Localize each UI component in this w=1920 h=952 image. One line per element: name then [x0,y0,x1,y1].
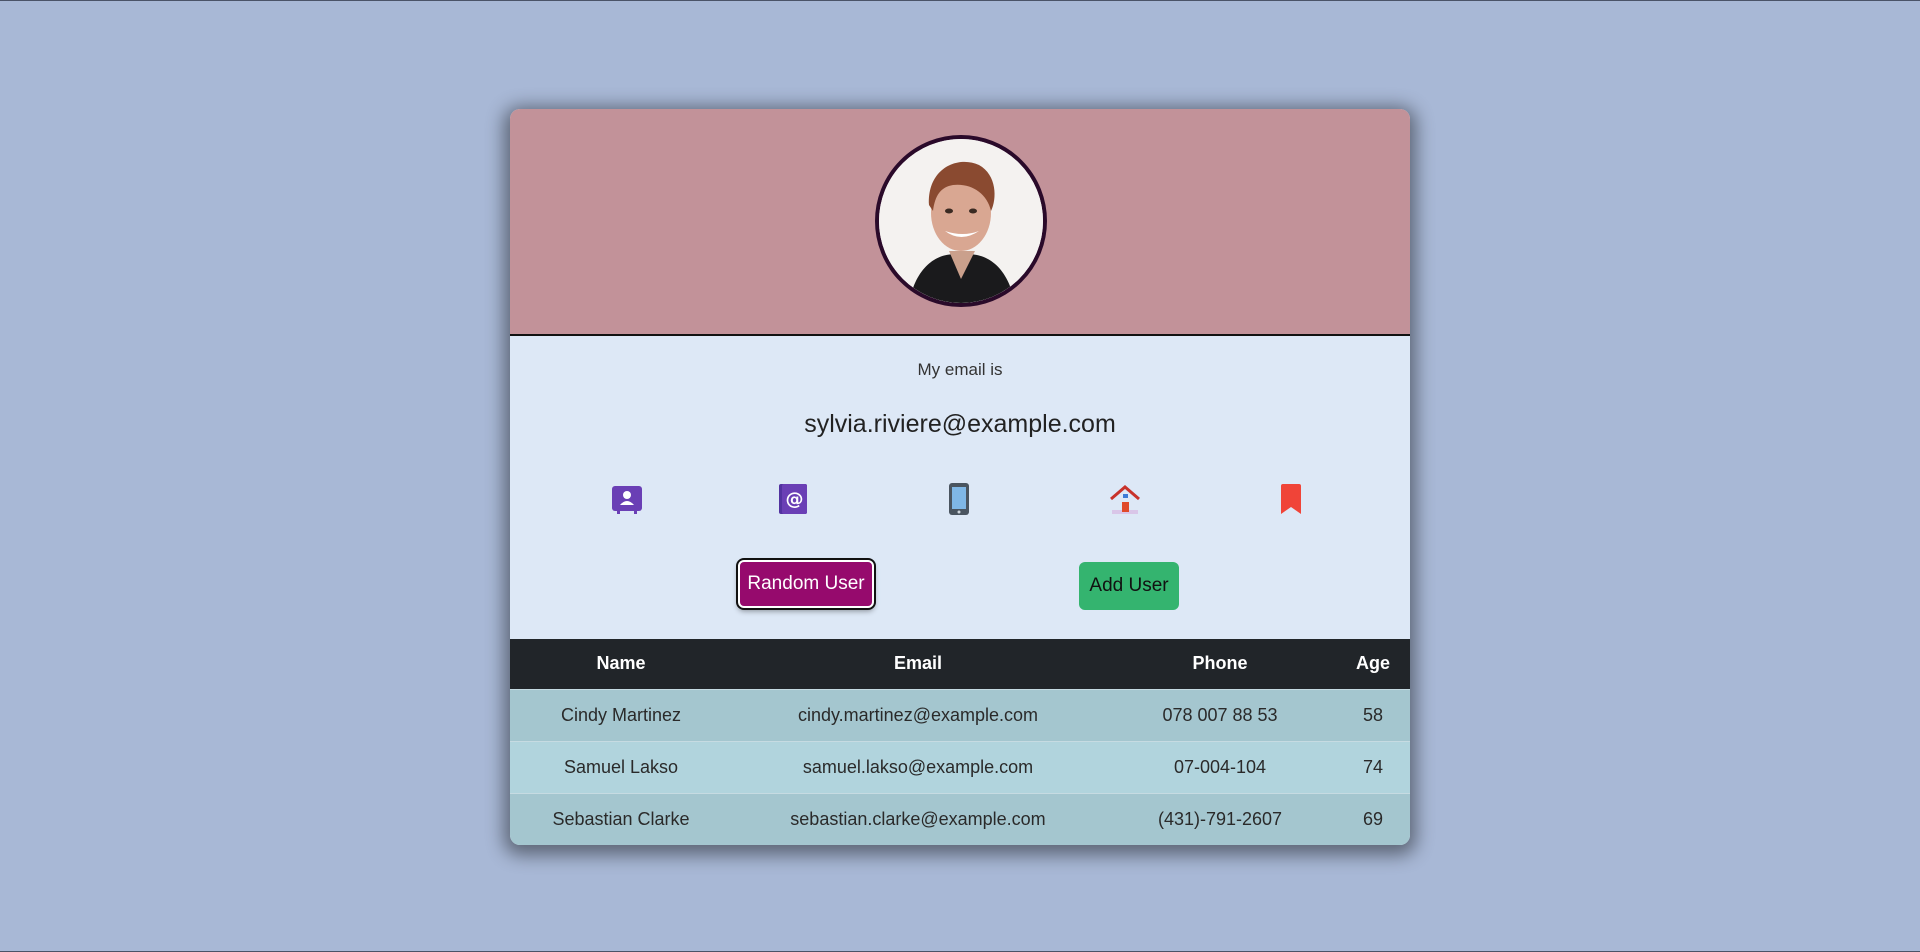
cell-name: Cindy Martinez [510,688,732,741]
random-user-button[interactable]: Random User [738,560,874,608]
add-user-button[interactable]: Add User [1079,562,1179,610]
cell-email: samuel.lakso@example.com [732,740,1104,793]
cell-phone: (431)-791-2607 [1104,792,1336,845]
user-card: My email is sylvia.riviere@example.com @ [510,109,1410,845]
cell-email: cindy.martinez@example.com [732,688,1104,741]
cell-phone: 07-004-104 [1104,740,1336,793]
avatar [875,135,1047,307]
table-header-row: Name Email Phone Age [510,639,1410,689]
cell-age: 58 [1336,688,1410,741]
cell-email: sebastian.clarke@example.com [732,792,1104,845]
email-label: My email is [917,360,1003,379]
column-header-email: Email [893,653,943,674]
cell-age: 69 [1336,792,1410,845]
column-header-phone: Phone [1192,653,1248,674]
table-row: Sebastian Clarke sebastian.clarke@exampl… [510,792,1410,845]
phone-icon[interactable] [941,481,977,517]
avatar-photo [879,139,1043,303]
action-row: Random User Add User [510,529,1410,639]
svg-text:@: @ [786,489,804,510]
cell-phone: 078 007 88 53 [1104,688,1336,741]
cell-age: 74 [1336,740,1410,793]
column-header-age: Age [1355,653,1390,674]
info-icon-row: @ [510,469,1410,529]
table-row: Cindy Martinez cindy.martinez@example.co… [510,688,1410,741]
cell-name: Sebastian Clarke [510,792,732,845]
cell-name: Samuel Lakso [510,740,732,793]
card-header [510,109,1410,336]
home-icon[interactable] [1107,481,1143,517]
user-card-icon[interactable] [609,481,645,517]
table-row: Samuel Lakso samuel.lakso@example.com 07… [510,740,1410,793]
users-table: Name Email Phone Age Cindy Martinez cind… [510,639,1410,845]
email-value: sylvia.riviere@example.com [804,410,1116,438]
column-header-name: Name [596,653,646,674]
bookmark-icon[interactable] [1273,481,1309,517]
email-icon[interactable]: @ [775,481,811,517]
